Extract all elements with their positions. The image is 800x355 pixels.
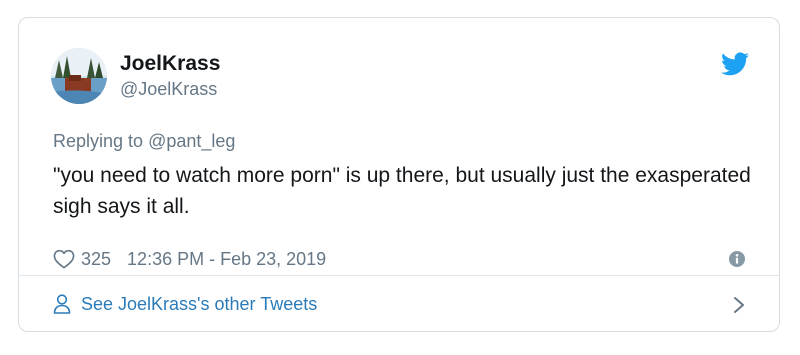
replying-prefix: Replying to: [53, 131, 149, 151]
like-count[interactable]: 325: [81, 249, 111, 270]
tweet-meta: 325 12:36 PM - Feb 23, 2019: [53, 246, 326, 272]
user-handle[interactable]: @JoelKrass: [120, 77, 220, 101]
user-names: JoelKrass @JoelKrass: [120, 51, 220, 101]
twitter-bird-icon[interactable]: [721, 52, 749, 76]
chevron-right-icon[interactable]: [733, 296, 745, 314]
tweet-card: JoelKrass @JoelKrass Replying to @pant_l…: [18, 17, 780, 332]
tweet-header: JoelKrass @JoelKrass: [51, 48, 220, 104]
tweet-text: "you need to watch more porn" is up ther…: [53, 164, 751, 218]
info-icon[interactable]: [729, 251, 745, 267]
avatar[interactable]: [51, 48, 107, 104]
replying-to: Replying to @pant_leg: [53, 129, 235, 153]
see-other-tweets-link[interactable]: See JoelKrass's other Tweets: [53, 291, 317, 317]
see-other-tweets-label: See JoelKrass's other Tweets: [81, 293, 318, 314]
heart-icon[interactable]: [53, 249, 75, 269]
reply-to-handle-link[interactable]: @pant_leg: [148, 131, 235, 151]
display-name[interactable]: JoelKrass: [120, 51, 220, 77]
tweet-timestamp[interactable]: 12:36 PM - Feb 23, 2019: [127, 249, 326, 270]
footer-divider: [19, 275, 779, 276]
avatar-image: [51, 48, 107, 104]
person-icon: [53, 294, 71, 314]
